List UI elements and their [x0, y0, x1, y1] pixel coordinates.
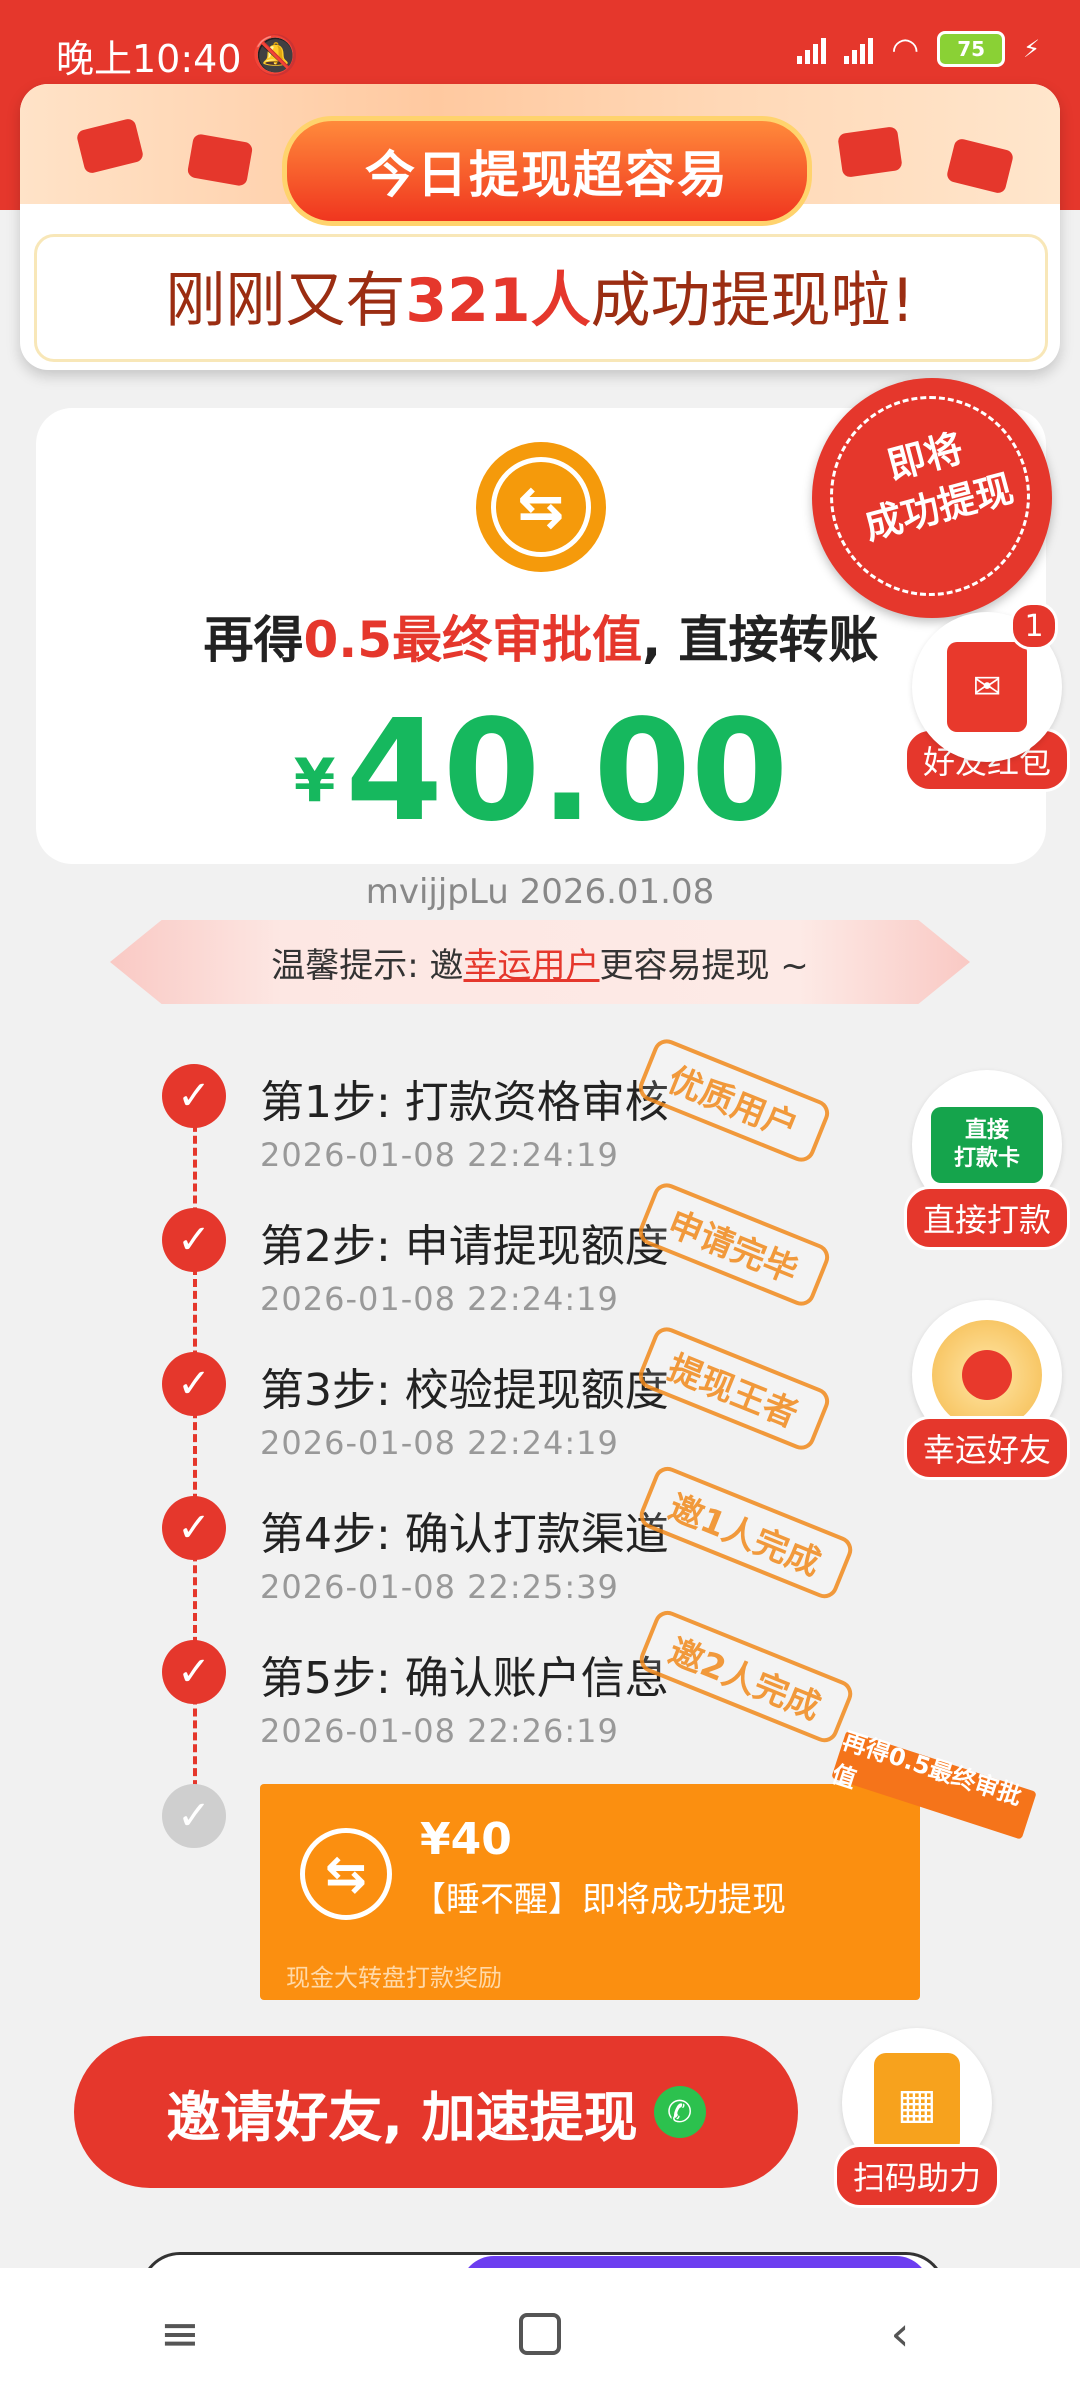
- step-check-icon: ✓: [162, 1208, 226, 1272]
- step-title: 第3步: 校验提现额度: [260, 1365, 669, 1416]
- signal-icon: [797, 34, 827, 64]
- step-time: 2026-01-08 22:25:39: [260, 1568, 619, 1606]
- banner-message: 刚刚又有321人成功提现啦!: [165, 266, 915, 336]
- success-seal: 即将 成功提现: [812, 378, 1052, 618]
- step-stamp: 邀1人完成: [635, 1462, 857, 1603]
- tip-banner: 温馨提示: 邀幸运用户 更容易提现 ~: [110, 920, 970, 1004]
- step-title: 第5步: 确认账户信息: [260, 1653, 669, 1704]
- lucky-friend-button[interactable]: 幸运好友: [904, 1300, 1071, 1480]
- transfer-icon: ⇆: [476, 442, 606, 572]
- envelope-icon: [186, 133, 254, 187]
- step-check-icon: ✓: [162, 1640, 226, 1704]
- step-time: 2026-01-08 22:24:19: [260, 1136, 619, 1174]
- step-check-icon: ✓: [162, 1352, 226, 1416]
- step-stamp: 申请完毕: [634, 1179, 834, 1310]
- menu-icon[interactable]: ≡: [140, 2304, 220, 2364]
- transfer-icon: ⇆: [300, 1828, 392, 1920]
- pay-card-icon: 直接 打款卡: [931, 1107, 1043, 1183]
- system-nav-bar: ≡ ‹: [0, 2268, 1080, 2400]
- qr-code-icon: ▦: [874, 2053, 960, 2153]
- battery-icon: 75: [937, 31, 1006, 67]
- step-time: 2026-01-08 22:26:19: [260, 1712, 619, 1750]
- crown-medal-icon: [932, 1320, 1042, 1430]
- back-icon[interactable]: ‹: [860, 2304, 940, 2364]
- bell-muted-icon: 🔕: [251, 33, 299, 77]
- banner-title: 今日提现超容易: [282, 116, 812, 226]
- wechat-icon: ✆: [653, 2086, 706, 2138]
- step-title: 第4步: 确认打款渠道: [260, 1509, 669, 1560]
- wifi-icon: ◠: [891, 30, 920, 68]
- step-time: 2026-01-08 22:24:19: [260, 1424, 619, 1462]
- status-time: 晚上10:40 🔕: [56, 33, 299, 81]
- step-stamp: 提现王者: [634, 1323, 834, 1454]
- step-title: 第2步: 申请提现额度: [260, 1221, 669, 1272]
- friend-hongbao-button[interactable]: ✉ 1 好友红包: [904, 602, 1071, 792]
- step-stamp: 邀2人完成: [635, 1606, 857, 1747]
- lucky-user-link[interactable]: 幸运用户: [463, 938, 599, 987]
- step-time: 2026-01-08 22:24:19: [260, 1280, 619, 1318]
- user-id-date: mvijjpLu 2026.01.08: [365, 872, 715, 912]
- step-title: 第1步: 打款资格审核: [260, 1077, 669, 1128]
- envelope-icon: [75, 117, 145, 175]
- red-envelope-icon: ✉: [947, 642, 1027, 732]
- signal-icon-2: [844, 34, 874, 64]
- step-stamp: 优质用户: [634, 1035, 834, 1166]
- scan-help-button[interactable]: ▦ 扫码助力: [834, 2028, 1001, 2208]
- success-banner: 今日提现超容易 刚刚又有321人成功提现啦!: [20, 84, 1060, 370]
- envelope-icon: [837, 126, 903, 178]
- withdraw-amount: ¥40.00: [293, 690, 789, 853]
- status-icons: ◠ 75 ⚡: [797, 30, 1040, 68]
- invite-friends-button[interactable]: 邀请好友, 加速提现 ✆: [74, 2036, 798, 2188]
- charging-icon: ⚡: [1023, 35, 1040, 63]
- home-icon[interactable]: [500, 2304, 580, 2364]
- direct-pay-button[interactable]: 直接 打款卡 直接打款: [904, 1070, 1071, 1250]
- step-check-icon: ✓: [162, 1064, 226, 1128]
- step-check-icon: ✓: [162, 1496, 226, 1560]
- pending-withdraw-card[interactable]: ⇆ ¥40 【睡不醒】即将成功提现 现金大转盘打款奖励: [260, 1784, 920, 2000]
- notification-badge: 1: [1010, 602, 1058, 650]
- envelope-icon: [945, 137, 1015, 195]
- step-pending-icon: ✓: [162, 1784, 226, 1848]
